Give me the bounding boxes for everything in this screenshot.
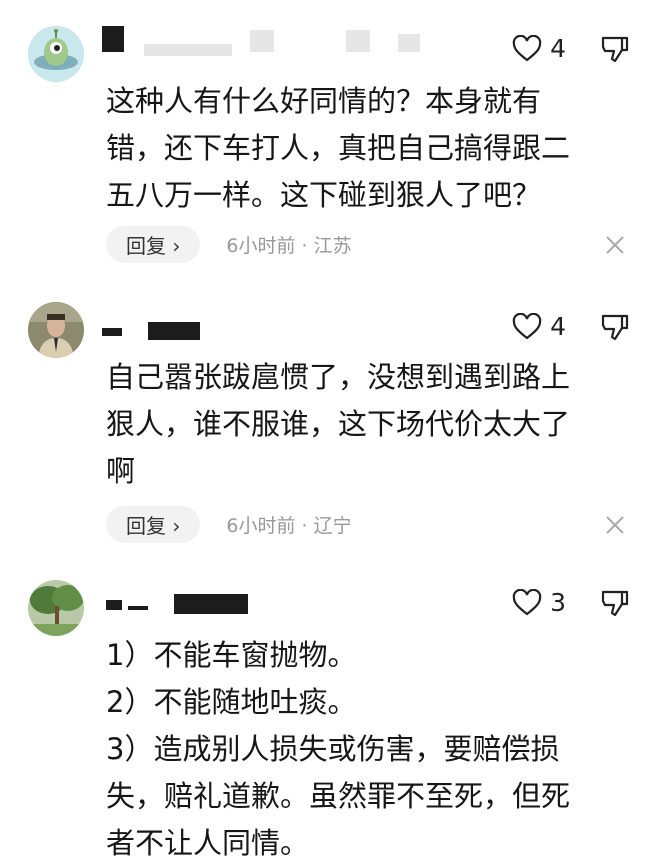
comment-card: 3 1）不能车窗抛物。 2）不能随地吐痰。 3）造成别人损失或伤害，要赔偿损 失… (0, 570, 660, 864)
comment-card: 4 这种人有什么好同情的？本身就有 错，还下车打人，真把自己搞得跟二 五八万一样… (0, 0, 660, 290)
like-button[interactable]: 4 (512, 34, 566, 63)
username-redacted (250, 30, 274, 52)
comment-line: 啊 (106, 454, 136, 488)
comment-meta: 回复 › 6小时前 · 江苏 (106, 226, 352, 263)
timestamp-location: 6小时前 · 辽宁 (226, 515, 352, 537)
avatar[interactable] (28, 580, 84, 636)
close-icon[interactable] (604, 234, 626, 256)
username-redacted (128, 606, 148, 610)
thumb-down-icon[interactable] (600, 34, 630, 64)
username-redacted (398, 34, 420, 52)
username-redacted (148, 322, 200, 340)
comment-text: 这种人有什么好同情的？本身就有 错，还下车打人，真把自己搞得跟二 五八万一样。这… (106, 78, 620, 219)
avatar[interactable] (28, 302, 84, 358)
like-button[interactable]: 3 (512, 588, 566, 617)
username-redacted (144, 44, 232, 56)
like-count: 3 (550, 588, 566, 617)
comment-card: 4 自己嚣张跋扈惯了，没想到遇到路上 狠人，谁不服谁，这下场代价太大了 啊 回复… (0, 290, 660, 570)
avatar[interactable] (28, 26, 84, 82)
thumb-down-icon[interactable] (600, 312, 630, 342)
username-redacted (346, 30, 370, 52)
alien-avatar-icon (28, 26, 84, 82)
comment-text: 自己嚣张跋扈惯了，没想到遇到路上 狠人，谁不服谁，这下场代价太大了 啊 (106, 354, 620, 495)
heart-outline-icon (512, 588, 542, 615)
comment-line: 者不让人同情。 (106, 826, 310, 860)
comment-line: 3）造成别人损失或伤害，要赔偿损 (106, 732, 560, 766)
comment-line: 错，还下车打人，真把自己搞得跟二 (106, 131, 571, 165)
comment-line: 1）不能车窗抛物。 (106, 638, 357, 672)
comment-line: 自己嚣张跋扈惯了，没想到遇到路上 (106, 360, 571, 394)
reply-button[interactable]: 回复 › (106, 226, 201, 263)
reply-button[interactable]: 回复 › (106, 506, 201, 543)
comment-line: 狠人，谁不服谁，这下场代价太大了 (106, 407, 571, 441)
username-redacted (102, 26, 124, 52)
comment-meta: 回复 › 6小时前 · 辽宁 (106, 506, 352, 543)
timestamp-location: 6小时前 · 江苏 (226, 235, 352, 257)
like-count: 4 (550, 312, 566, 341)
comment-line: 失，赔礼道歉。虽然罪不至死，但死 (106, 779, 571, 813)
comment-line: 这种人有什么好同情的？本身就有 (106, 84, 542, 118)
username-redacted (174, 594, 248, 614)
comment-line: 2）不能随地吐痰。 (106, 685, 357, 719)
like-count: 4 (550, 34, 566, 63)
username-redacted (102, 328, 122, 336)
heart-outline-icon (512, 312, 542, 339)
like-button[interactable]: 4 (512, 312, 566, 341)
tree-avatar-icon (28, 580, 84, 636)
thumb-down-icon[interactable] (600, 588, 630, 618)
close-icon[interactable] (604, 514, 626, 536)
heart-outline-icon (512, 34, 542, 61)
comment-line: 五八万一样。这下碰到狠人了吧？ (106, 178, 542, 212)
username-redacted (106, 600, 122, 610)
comment-text: 1）不能车窗抛物。 2）不能随地吐痰。 3）造成别人损失或伤害，要赔偿损 失，赔… (106, 632, 620, 867)
person-avatar-icon (28, 302, 84, 358)
